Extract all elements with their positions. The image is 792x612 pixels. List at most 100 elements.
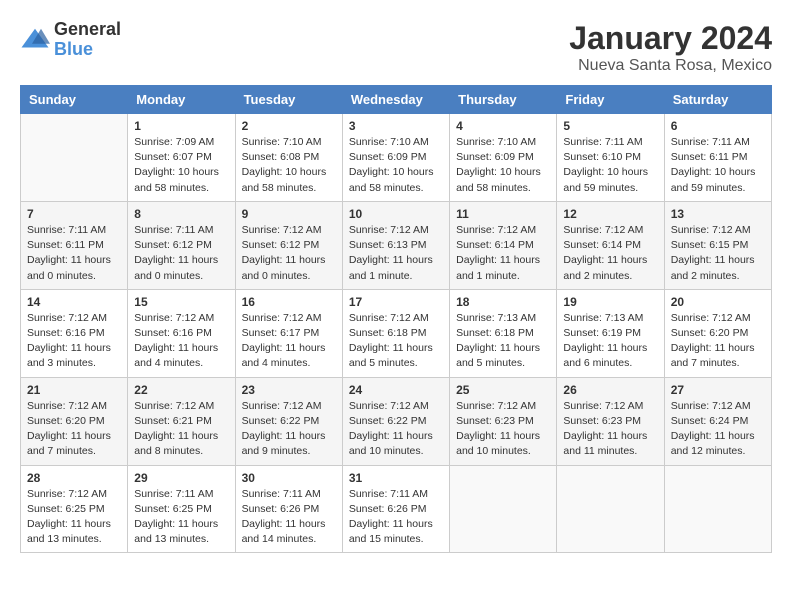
month-title: January 2024 bbox=[569, 20, 772, 57]
day-number: 29 bbox=[134, 471, 228, 485]
day-info: Sunrise: 7:12 AM Sunset: 6:17 PM Dayligh… bbox=[242, 311, 336, 372]
day-number: 12 bbox=[563, 207, 657, 221]
day-info: Sunrise: 7:11 AM Sunset: 6:11 PM Dayligh… bbox=[671, 135, 765, 196]
day-number: 8 bbox=[134, 207, 228, 221]
calendar-table: SundayMondayTuesdayWednesdayThursdayFrid… bbox=[20, 85, 772, 553]
calendar-week-row: 1 Sunrise: 7:09 AM Sunset: 6:07 PM Daylig… bbox=[21, 114, 772, 202]
calendar-cell: 30 Sunrise: 7:11 AM Sunset: 6:26 PM Dayli… bbox=[235, 465, 342, 553]
weekday-header: Sunday bbox=[21, 86, 128, 114]
day-info: Sunrise: 7:09 AM Sunset: 6:07 PM Dayligh… bbox=[134, 135, 228, 196]
day-info: Sunrise: 7:11 AM Sunset: 6:26 PM Dayligh… bbox=[349, 487, 443, 548]
day-info: Sunrise: 7:12 AM Sunset: 6:14 PM Dayligh… bbox=[456, 223, 550, 284]
calendar-cell: 6 Sunrise: 7:11 AM Sunset: 6:11 PM Daylig… bbox=[664, 114, 771, 202]
logo: General Blue bbox=[20, 20, 121, 60]
calendar-cell: 5 Sunrise: 7:11 AM Sunset: 6:10 PM Daylig… bbox=[557, 114, 664, 202]
day-info: Sunrise: 7:10 AM Sunset: 6:09 PM Dayligh… bbox=[349, 135, 443, 196]
logo-blue-text: Blue bbox=[54, 40, 121, 60]
calendar-cell: 29Sunrise: 7:11 AM Sunset: 6:25 PM Dayli… bbox=[128, 465, 235, 553]
day-number: 17 bbox=[349, 295, 443, 309]
calendar-cell: 27Sunrise: 7:12 AM Sunset: 6:24 PM Dayli… bbox=[664, 377, 771, 465]
weekday-header: Saturday bbox=[664, 86, 771, 114]
calendar-cell: 16 Sunrise: 7:12 AM Sunset: 6:17 PM Dayli… bbox=[235, 289, 342, 377]
calendar-cell: 21Sunrise: 7:12 AM Sunset: 6:20 PM Dayli… bbox=[21, 377, 128, 465]
day-number: 14 bbox=[27, 295, 121, 309]
calendar-header-row: SundayMondayTuesdayWednesdayThursdayFrid… bbox=[21, 86, 772, 114]
day-number: 5 bbox=[563, 119, 657, 133]
day-info: Sunrise: 7:11 AM Sunset: 6:10 PM Dayligh… bbox=[563, 135, 657, 196]
day-info: Sunrise: 7:11 AM Sunset: 6:26 PM Dayligh… bbox=[242, 487, 336, 548]
day-info: Sunrise: 7:12 AM Sunset: 6:23 PM Dayligh… bbox=[456, 399, 550, 460]
day-number: 26 bbox=[563, 383, 657, 397]
day-number: 31 bbox=[349, 471, 443, 485]
calendar-cell: 31 Sunrise: 7:11 AM Sunset: 6:26 PM Dayli… bbox=[342, 465, 449, 553]
calendar-cell: 8 Sunrise: 7:11 AM Sunset: 6:12 PM Daylig… bbox=[128, 201, 235, 289]
calendar-cell: 1 Sunrise: 7:09 AM Sunset: 6:07 PM Daylig… bbox=[128, 114, 235, 202]
day-info: Sunrise: 7:12 AM Sunset: 6:25 PM Dayligh… bbox=[27, 487, 121, 548]
day-number: 20 bbox=[671, 295, 765, 309]
calendar-cell: 11 Sunrise: 7:12 AM Sunset: 6:14 PM Dayli… bbox=[450, 201, 557, 289]
calendar-cell: 4Sunrise: 7:10 AM Sunset: 6:09 PM Daylig… bbox=[450, 114, 557, 202]
weekday-header: Friday bbox=[557, 86, 664, 114]
location-subtitle: Nueva Santa Rosa, Mexico bbox=[569, 57, 772, 75]
day-number: 15 bbox=[134, 295, 228, 309]
day-number: 18 bbox=[456, 295, 550, 309]
weekday-header: Wednesday bbox=[342, 86, 449, 114]
calendar-cell: 2Sunrise: 7:10 AM Sunset: 6:08 PM Daylig… bbox=[235, 114, 342, 202]
calendar-cell: 24 Sunrise: 7:12 AM Sunset: 6:22 PM Dayli… bbox=[342, 377, 449, 465]
calendar-week-row: 7 Sunrise: 7:11 AM Sunset: 6:11 PM Daylig… bbox=[21, 201, 772, 289]
day-number: 27 bbox=[671, 383, 765, 397]
day-number: 19 bbox=[563, 295, 657, 309]
calendar-cell: 25Sunrise: 7:12 AM Sunset: 6:23 PM Dayli… bbox=[450, 377, 557, 465]
day-info: Sunrise: 7:10 AM Sunset: 6:08 PM Dayligh… bbox=[242, 135, 336, 196]
calendar-cell: 10 Sunrise: 7:12 AM Sunset: 6:13 PM Dayli… bbox=[342, 201, 449, 289]
day-number: 23 bbox=[242, 383, 336, 397]
day-number: 6 bbox=[671, 119, 765, 133]
day-number: 7 bbox=[27, 207, 121, 221]
calendar-cell: 9 Sunrise: 7:12 AM Sunset: 6:12 PM Daylig… bbox=[235, 201, 342, 289]
day-info: Sunrise: 7:12 AM Sunset: 6:18 PM Dayligh… bbox=[349, 311, 443, 372]
calendar-cell: 17 Sunrise: 7:12 AM Sunset: 6:18 PM Dayli… bbox=[342, 289, 449, 377]
calendar-cell: 28 Sunrise: 7:12 AM Sunset: 6:25 PM Dayli… bbox=[21, 465, 128, 553]
day-number: 24 bbox=[349, 383, 443, 397]
weekday-header: Monday bbox=[128, 86, 235, 114]
day-info: Sunrise: 7:10 AM Sunset: 6:09 PM Dayligh… bbox=[456, 135, 550, 196]
calendar-cell: 13 Sunrise: 7:12 AM Sunset: 6:15 PM Dayli… bbox=[664, 201, 771, 289]
calendar-cell bbox=[450, 465, 557, 553]
day-info: Sunrise: 7:11 AM Sunset: 6:11 PM Dayligh… bbox=[27, 223, 121, 284]
logo-icon bbox=[20, 25, 50, 55]
day-info: Sunrise: 7:12 AM Sunset: 6:15 PM Dayligh… bbox=[671, 223, 765, 284]
calendar-cell: 20Sunrise: 7:12 AM Sunset: 6:20 PM Dayli… bbox=[664, 289, 771, 377]
calendar-week-row: 14 Sunrise: 7:12 AM Sunset: 6:16 PM Dayli… bbox=[21, 289, 772, 377]
day-number: 9 bbox=[242, 207, 336, 221]
day-info: Sunrise: 7:12 AM Sunset: 6:16 PM Dayligh… bbox=[134, 311, 228, 372]
day-number: 16 bbox=[242, 295, 336, 309]
day-number: 1 bbox=[134, 119, 228, 133]
day-info: Sunrise: 7:12 AM Sunset: 6:23 PM Dayligh… bbox=[563, 399, 657, 460]
day-number: 10 bbox=[349, 207, 443, 221]
day-number: 3 bbox=[349, 119, 443, 133]
day-number: 11 bbox=[456, 207, 550, 221]
day-info: Sunrise: 7:12 AM Sunset: 6:12 PM Dayligh… bbox=[242, 223, 336, 284]
day-info: Sunrise: 7:12 AM Sunset: 6:20 PM Dayligh… bbox=[27, 399, 121, 460]
day-number: 28 bbox=[27, 471, 121, 485]
day-number: 13 bbox=[671, 207, 765, 221]
weekday-header: Thursday bbox=[450, 86, 557, 114]
day-info: Sunrise: 7:12 AM Sunset: 6:16 PM Dayligh… bbox=[27, 311, 121, 372]
calendar-cell: 7 Sunrise: 7:11 AM Sunset: 6:11 PM Daylig… bbox=[21, 201, 128, 289]
day-number: 22 bbox=[134, 383, 228, 397]
day-info: Sunrise: 7:13 AM Sunset: 6:19 PM Dayligh… bbox=[563, 311, 657, 372]
calendar-cell: 18Sunrise: 7:13 AM Sunset: 6:18 PM Dayli… bbox=[450, 289, 557, 377]
calendar-cell: 23 Sunrise: 7:12 AM Sunset: 6:22 PM Dayli… bbox=[235, 377, 342, 465]
day-info: Sunrise: 7:12 AM Sunset: 6:22 PM Dayligh… bbox=[349, 399, 443, 460]
day-info: Sunrise: 7:12 AM Sunset: 6:22 PM Dayligh… bbox=[242, 399, 336, 460]
page-header: General Blue January 2024 Nueva Santa Ro… bbox=[20, 20, 772, 75]
day-info: Sunrise: 7:12 AM Sunset: 6:13 PM Dayligh… bbox=[349, 223, 443, 284]
calendar-cell: 14 Sunrise: 7:12 AM Sunset: 6:16 PM Dayli… bbox=[21, 289, 128, 377]
title-block: January 2024 Nueva Santa Rosa, Mexico bbox=[569, 20, 772, 75]
day-info: Sunrise: 7:11 AM Sunset: 6:12 PM Dayligh… bbox=[134, 223, 228, 284]
day-info: Sunrise: 7:12 AM Sunset: 6:21 PM Dayligh… bbox=[134, 399, 228, 460]
day-number: 30 bbox=[242, 471, 336, 485]
calendar-cell: 3 Sunrise: 7:10 AM Sunset: 6:09 PM Daylig… bbox=[342, 114, 449, 202]
calendar-cell: 15 Sunrise: 7:12 AM Sunset: 6:16 PM Dayli… bbox=[128, 289, 235, 377]
day-info: Sunrise: 7:12 AM Sunset: 6:14 PM Dayligh… bbox=[563, 223, 657, 284]
